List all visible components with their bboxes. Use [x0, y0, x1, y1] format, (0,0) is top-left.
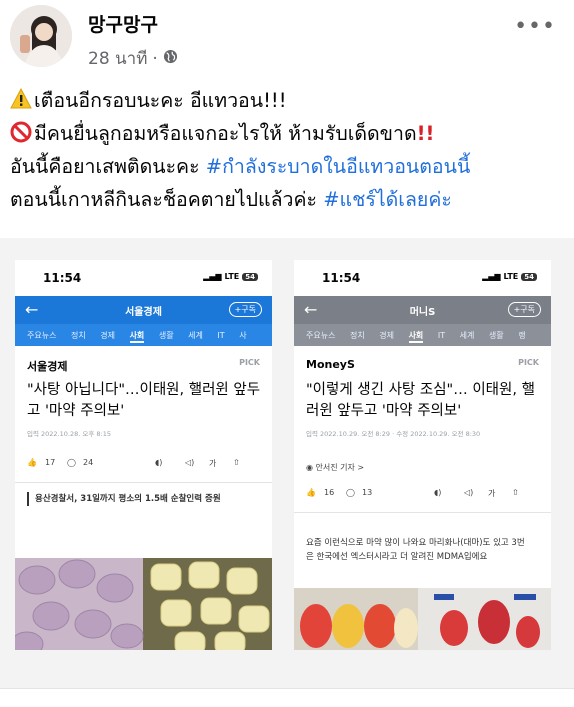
article-date: 입력 2022.10.28. 오후 8:15 [27, 430, 111, 438]
post-time[interactable]: 28 นาที [88, 45, 147, 72]
right-phone-screenshot: 11:54 ▂▄▆ LTE 54 ← 머니S +구독 주요뉴스 정치 경제 사회… [294, 260, 551, 650]
article-headline: "사탕 아닙니다"…이태원, 핼러윈 앞두고 '마약 주의보' [27, 382, 261, 419]
category-tab-active[interactable]: 사회 [129, 330, 145, 343]
post-line-1: เตือนอีกรอบนะคะ อีแทวอน!!! [10, 84, 566, 117]
article-source: 서울경제 [27, 360, 68, 373]
status-bar: 11:54 ▂▄▆ LTE 54 [294, 260, 551, 296]
divider [15, 482, 272, 483]
battery-icon: 54 [521, 272, 537, 281]
network-label: LTE [224, 272, 240, 281]
font-size-button[interactable]: 가 [209, 458, 216, 469]
post-line-4-text: ตอนนี้เกาหลีกินละช็อคตายไปแล้วค่ะ [10, 188, 324, 211]
article-date: 입력 2022.10.29. 오전 8:29 · 수정 2022.10.29. … [306, 430, 481, 438]
category-tabs: 주요뉴스 정치 경제 사회 생활 세계 IT 사 [15, 324, 272, 346]
comment-count: 13 [362, 488, 373, 497]
category-tab[interactable]: 경제 [379, 330, 394, 341]
post-header: 망구망구 28 นาที · ••• [0, 0, 574, 80]
like-count: 17 [45, 458, 56, 467]
font-size-button[interactable]: 가 [488, 488, 495, 499]
category-tab[interactable]: 세계 [460, 330, 475, 341]
article-reactions: 👍 17 ◯ 24 ◖) ◁) 가 ⇧ [27, 454, 259, 474]
article-excerpt: 요즘 이런식으로 마약 많이 나와요 마리화나(대마)도 있고 3번은 한국에선… [306, 538, 525, 562]
subscribe-button[interactable]: +구독 [228, 302, 262, 317]
post-footer-divider [0, 688, 574, 707]
category-tab[interactable]: 정치 [71, 330, 86, 341]
category-tab[interactable]: 랭 [518, 330, 525, 341]
post-meta: 28 นาที · [88, 45, 178, 72]
article-reactions: 👍 16 ◯ 13 ◖) ◁) 가 ⇧ [306, 484, 538, 504]
category-tab[interactable]: 주요뉴스 [27, 330, 56, 341]
status-bar: 11:54 ▂▄▆ LTE 54 [15, 260, 272, 296]
post-line-3: อันนี้คือยาเสพติดนะคะ #กำลังระบาดในอีแทว… [10, 150, 566, 183]
like-count: 16 [324, 488, 335, 497]
author-name[interactable]: 망구망구 [88, 10, 158, 37]
hashtag-link-share[interactable]: #แชร์ได้เลยค่ะ [323, 188, 452, 211]
warning-icon [10, 87, 32, 109]
post-line-2-text: มีคนยื่นลูกอมหรือแจกอะไรให้ ห้ามรับเด็ดข… [34, 122, 417, 145]
category-tabs: 주요뉴스 정치 경제 사회 IT 세계 생활 랭 [294, 324, 551, 346]
audio-icon[interactable]: ◖) [434, 488, 441, 497]
meta-separator: · [152, 48, 158, 69]
reporter-link[interactable]: ◉ 안서진 기자 > [306, 462, 364, 473]
signal-icon: ▂▄▆ [203, 272, 222, 281]
post-line-1-text: เตือนอีกรอบนะคะ อีแทวอน!!! [34, 89, 287, 112]
post-text: เตือนอีกรอบนะคะ อีแทวอน!!! มีคนยื่นลูกอม… [10, 84, 566, 216]
globe-icon[interactable] [163, 49, 178, 69]
post-line-4: ตอนนี้เกาหลีกินละช็อคตายไปแล้วค่ะ #แชร์ไ… [10, 183, 566, 216]
more-options-button[interactable]: ••• [514, 14, 556, 39]
category-tab[interactable]: IT [217, 331, 224, 340]
pick-badge: PICK [518, 358, 539, 367]
subscribe-button[interactable]: +구독 [507, 302, 541, 317]
category-tab[interactable]: 주요뉴스 [306, 330, 335, 341]
pick-badge: PICK [239, 358, 260, 367]
like-icon[interactable]: 👍 [306, 488, 316, 497]
article-source: MoneyS [306, 358, 355, 371]
category-tab[interactable]: 경제 [100, 330, 115, 341]
post-image[interactable]: 11:54 ▂▄▆ LTE 54 ← 서울경제 +구독 주요뉴스 정치 경제 사… [0, 238, 574, 688]
category-tab[interactable]: 생활 [159, 330, 174, 341]
hashtag-link-spreading[interactable]: #กำลังระบาดในอีแทวอนตอนนี้ [206, 155, 471, 178]
share-icon[interactable]: ⇧ [233, 458, 240, 467]
comment-count: 24 [83, 458, 94, 467]
comment-icon[interactable]: ◯ [346, 488, 355, 497]
status-signal: ▂▄▆ LTE 54 [482, 272, 537, 281]
status-signal: ▂▄▆ LTE 54 [203, 272, 258, 281]
category-tab[interactable]: 사 [239, 330, 246, 341]
status-time: 11:54 [322, 271, 361, 285]
network-label: LTE [503, 272, 519, 281]
news-app-bar: ← 머니S +구독 [294, 296, 551, 324]
like-icon[interactable]: 👍 [27, 458, 37, 467]
battery-icon: 54 [242, 272, 258, 281]
author-avatar[interactable] [10, 5, 72, 67]
category-tab-active[interactable]: 사회 [408, 330, 424, 343]
listen-icon[interactable]: ◁) [185, 458, 194, 467]
category-tab[interactable]: 정치 [350, 330, 365, 341]
post-line-3-text: อันนี้คือยาเสพติดนะคะ [10, 155, 206, 178]
left-phone-screenshot: 11:54 ▂▄▆ LTE 54 ← 서울경제 +구독 주요뉴스 정치 경제 사… [15, 260, 272, 650]
category-tab[interactable]: 세계 [188, 330, 203, 341]
category-tab[interactable]: IT [438, 331, 445, 340]
reporter-name: 안서진 기자 > [315, 463, 365, 472]
divider [294, 512, 551, 513]
category-tab[interactable]: 생활 [489, 330, 504, 341]
signal-icon: ▂▄▆ [482, 272, 501, 281]
pills-photo [15, 558, 272, 650]
news-app-bar: ← 서울경제 +구독 [15, 296, 272, 324]
article-excerpt: 용산경찰서, 31일까지 평소의 1.5배 순찰인력 증원 [27, 492, 260, 506]
share-icon[interactable]: ⇧ [512, 488, 519, 497]
status-time: 11:54 [43, 271, 82, 285]
listen-icon[interactable]: ◁) [464, 488, 473, 497]
double-exclamation-icon: !! [416, 122, 435, 145]
reporter-icon: ◉ [306, 463, 316, 472]
gummy-candy-photo [294, 588, 551, 650]
article-headline: "이렇게 생긴 사탕 조심"… 이태원, 핼러윈 앞두고 '마약 주의보' [306, 382, 535, 419]
comment-icon[interactable]: ◯ [67, 458, 76, 467]
post-line-2: มีคนยื่นลูกอมหรือแจกอะไรให้ ห้ามรับเด็ดข… [10, 117, 566, 150]
audio-icon[interactable]: ◖) [155, 458, 162, 467]
prohibited-icon [10, 120, 32, 143]
